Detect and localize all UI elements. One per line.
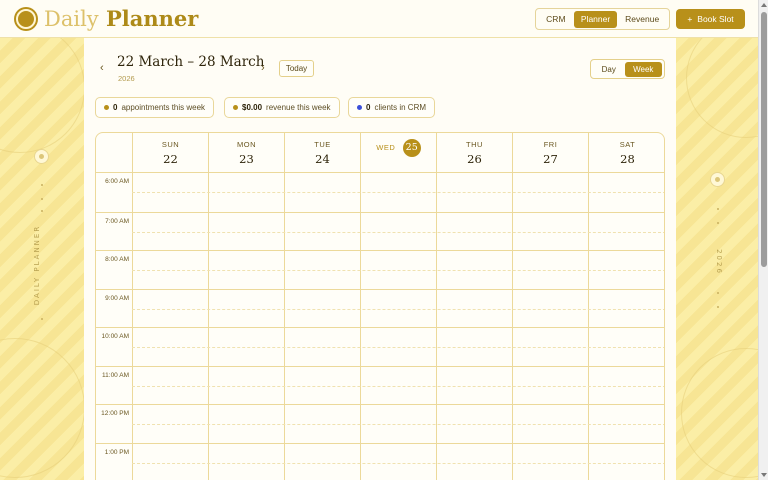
day-name: THU — [466, 140, 483, 149]
stat-label: appointments this week — [121, 103, 206, 112]
week-range-year: 2026 — [118, 74, 135, 83]
chevron-right-icon[interactable]: › — [261, 62, 265, 74]
stat-label: revenue this week — [266, 103, 331, 112]
stat-label: clients in CRM — [374, 103, 427, 112]
status-dot-icon — [233, 105, 238, 110]
status-dot-icon — [104, 105, 109, 110]
hour-row[interactable]: 12:00 PM — [96, 404, 664, 443]
today-button[interactable]: Today — [279, 60, 314, 77]
sidebar-left-label: DAILY PLANNER — [33, 224, 42, 306]
day-number: 22 — [163, 152, 178, 166]
view-week-button[interactable]: Week — [624, 61, 662, 77]
day-header-sun[interactable]: SUN 22 — [132, 133, 208, 173]
day-header-tue[interactable]: TUE 24 — [284, 133, 360, 173]
planner-main: ‹ 22 March – 28 March 2026 › Today Day W… — [84, 38, 676, 480]
day-header-wed-today[interactable]: WED 25 — [360, 133, 436, 173]
week-calendar: SUN 22 MON 23 TUE 24 WED 25 THU 26 FRI 2… — [95, 132, 665, 480]
day-name: MON — [237, 140, 256, 149]
day-name: WED — [376, 143, 396, 152]
day-header-thu[interactable]: THU 26 — [436, 133, 512, 173]
status-dot-icon — [357, 105, 362, 110]
time-label: 10:00 AM — [101, 333, 129, 340]
scroll-down-icon[interactable] — [761, 473, 767, 477]
logo-icon — [14, 7, 38, 31]
stat-clients: 0 clients in CRM — [348, 97, 436, 118]
time-label: 12:00 PM — [101, 410, 129, 417]
time-label: 9:00 AM — [105, 294, 129, 302]
hour-row[interactable]: 6:00 AM — [96, 173, 664, 212]
day-name: SUN — [161, 140, 180, 149]
chevron-left-icon[interactable]: ‹ — [100, 62, 104, 74]
week-range-title: 22 March – 28 March — [117, 54, 265, 70]
day-header-sat[interactable]: SAT 28 — [588, 133, 664, 173]
day-header-mon[interactable]: MON 23 — [208, 133, 284, 173]
app-brand: Daily Planner — [44, 6, 198, 31]
book-slot-label: Book Slot — [697, 14, 734, 24]
right-decorative-panel: 2026 — [676, 38, 758, 480]
stat-value: 0 — [113, 103, 118, 112]
hour-row[interactable]: 1:00 PM — [96, 442, 664, 480]
today-badge: 25 — [402, 139, 421, 157]
day-header-fri[interactable]: FRI 27 — [512, 133, 588, 173]
day-number: 27 — [543, 152, 558, 166]
sidebar-ornament-icon — [34, 149, 49, 164]
sidebar-ornament-icon — [710, 172, 725, 187]
hour-row[interactable]: 8:00 AM — [96, 250, 664, 289]
day-number: 26 — [467, 152, 482, 166]
brand-second-word: Planner — [105, 6, 199, 31]
time-label: 1:00 PM — [104, 448, 129, 456]
view-toggle: Day Week — [590, 59, 665, 79]
brand-first-word: Daily — [44, 7, 99, 31]
book-slot-button[interactable]: + Book Slot — [676, 9, 745, 29]
day-number: 24 — [315, 152, 330, 166]
day-number: 23 — [239, 152, 254, 166]
time-label: 7:00 AM — [105, 217, 129, 225]
hour-row[interactable]: 10:00 AM — [96, 327, 664, 366]
stat-appointments: 0 appointments this week — [95, 97, 215, 118]
sidebar-right-label: 2026 — [714, 249, 723, 275]
time-label: 8:00 AM — [105, 256, 129, 263]
top-bar: Daily Planner CRM Planner Revenue + Book… — [0, 0, 758, 38]
stat-value: $0.00 — [242, 103, 263, 112]
hour-row[interactable]: 9:00 AM — [96, 288, 664, 328]
calendar-header: SUN 22 MON 23 TUE 24 WED 25 THU 26 FRI 2… — [96, 133, 664, 173]
left-decorative-panel: DAILY PLANNER — [0, 38, 84, 480]
page-scrollbar[interactable] — [758, 0, 768, 480]
view-day-button[interactable]: Day — [593, 62, 625, 77]
day-number: 28 — [620, 152, 635, 166]
plus-icon: + — [687, 14, 693, 24]
main-nav: CRM Planner Revenue — [535, 8, 670, 30]
hour-row[interactable]: 11:00 AM — [96, 365, 664, 405]
time-label: 11:00 AM — [102, 371, 129, 379]
nav-revenue-button[interactable]: Revenue — [617, 11, 667, 28]
nav-crm-button[interactable]: CRM — [538, 11, 574, 28]
day-name: FRI — [543, 140, 558, 149]
stat-value: 0 — [366, 103, 371, 112]
stat-revenue: $0.00 revenue this week — [224, 97, 340, 118]
nav-planner-button[interactable]: Planner — [573, 10, 618, 28]
day-name: TUE — [314, 140, 331, 149]
scroll-up-icon[interactable] — [761, 3, 767, 7]
scroll-thumb[interactable] — [761, 12, 767, 267]
hour-row[interactable]: 7:00 AM — [96, 211, 664, 251]
day-name: SAT — [619, 140, 636, 149]
time-label: 6:00 AM — [105, 178, 129, 185]
